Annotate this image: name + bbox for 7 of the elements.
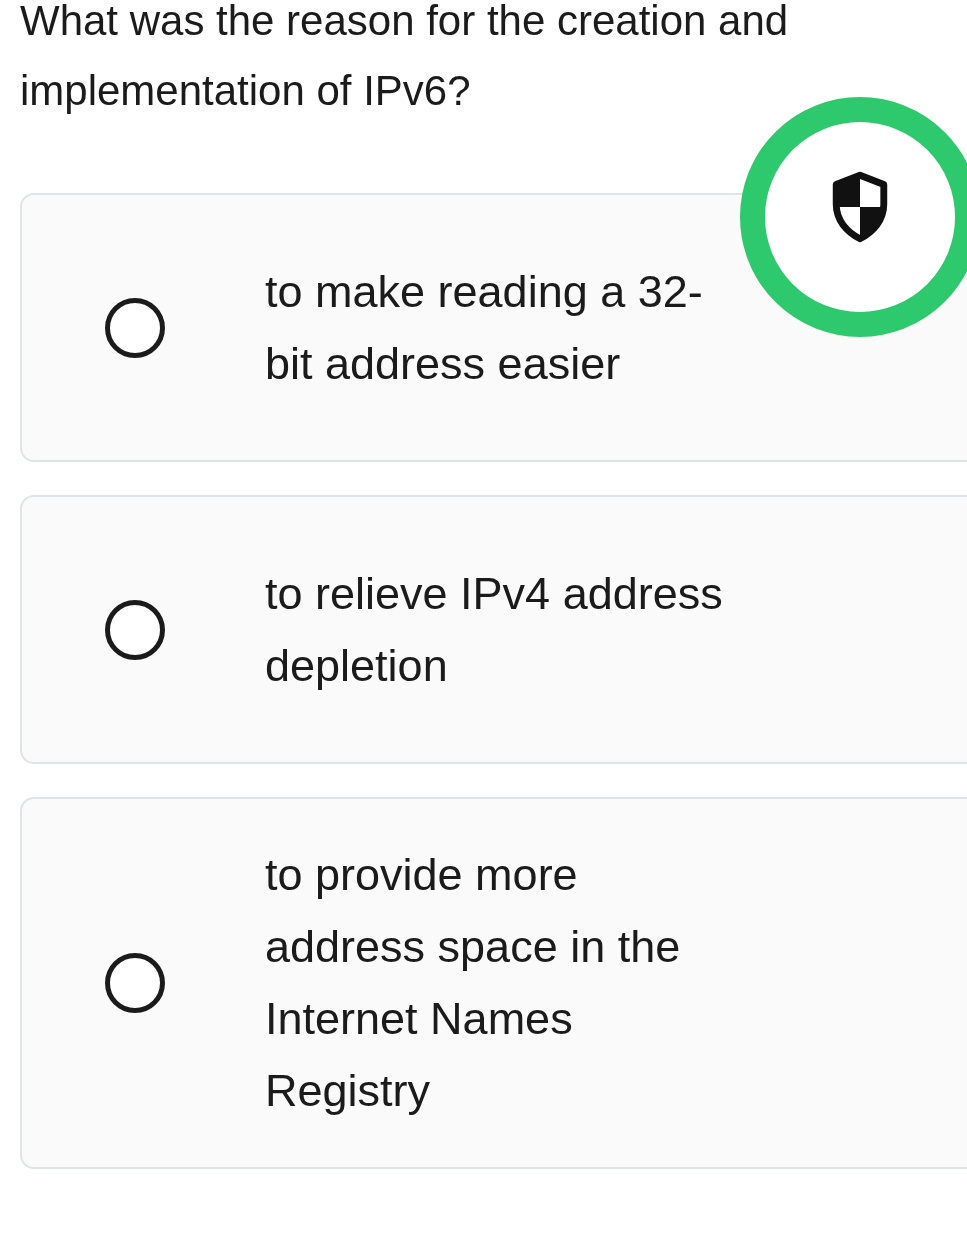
answer-option[interactable]: to provide more address space in the Internet Names Registry xyxy=(20,797,967,1169)
option-text: to provide more address space in the Internet Names Registry xyxy=(265,848,682,1118)
question-text: What was the reason for the creation and implementation of IPv6? xyxy=(19,0,790,116)
radio-button[interactable] xyxy=(105,953,165,1013)
answer-option[interactable]: to relieve IPv4 address depletion xyxy=(20,495,967,764)
option-text: to relieve IPv4 address depletion xyxy=(265,566,724,693)
option-text: to make reading a 32-bit address easier xyxy=(265,264,704,391)
